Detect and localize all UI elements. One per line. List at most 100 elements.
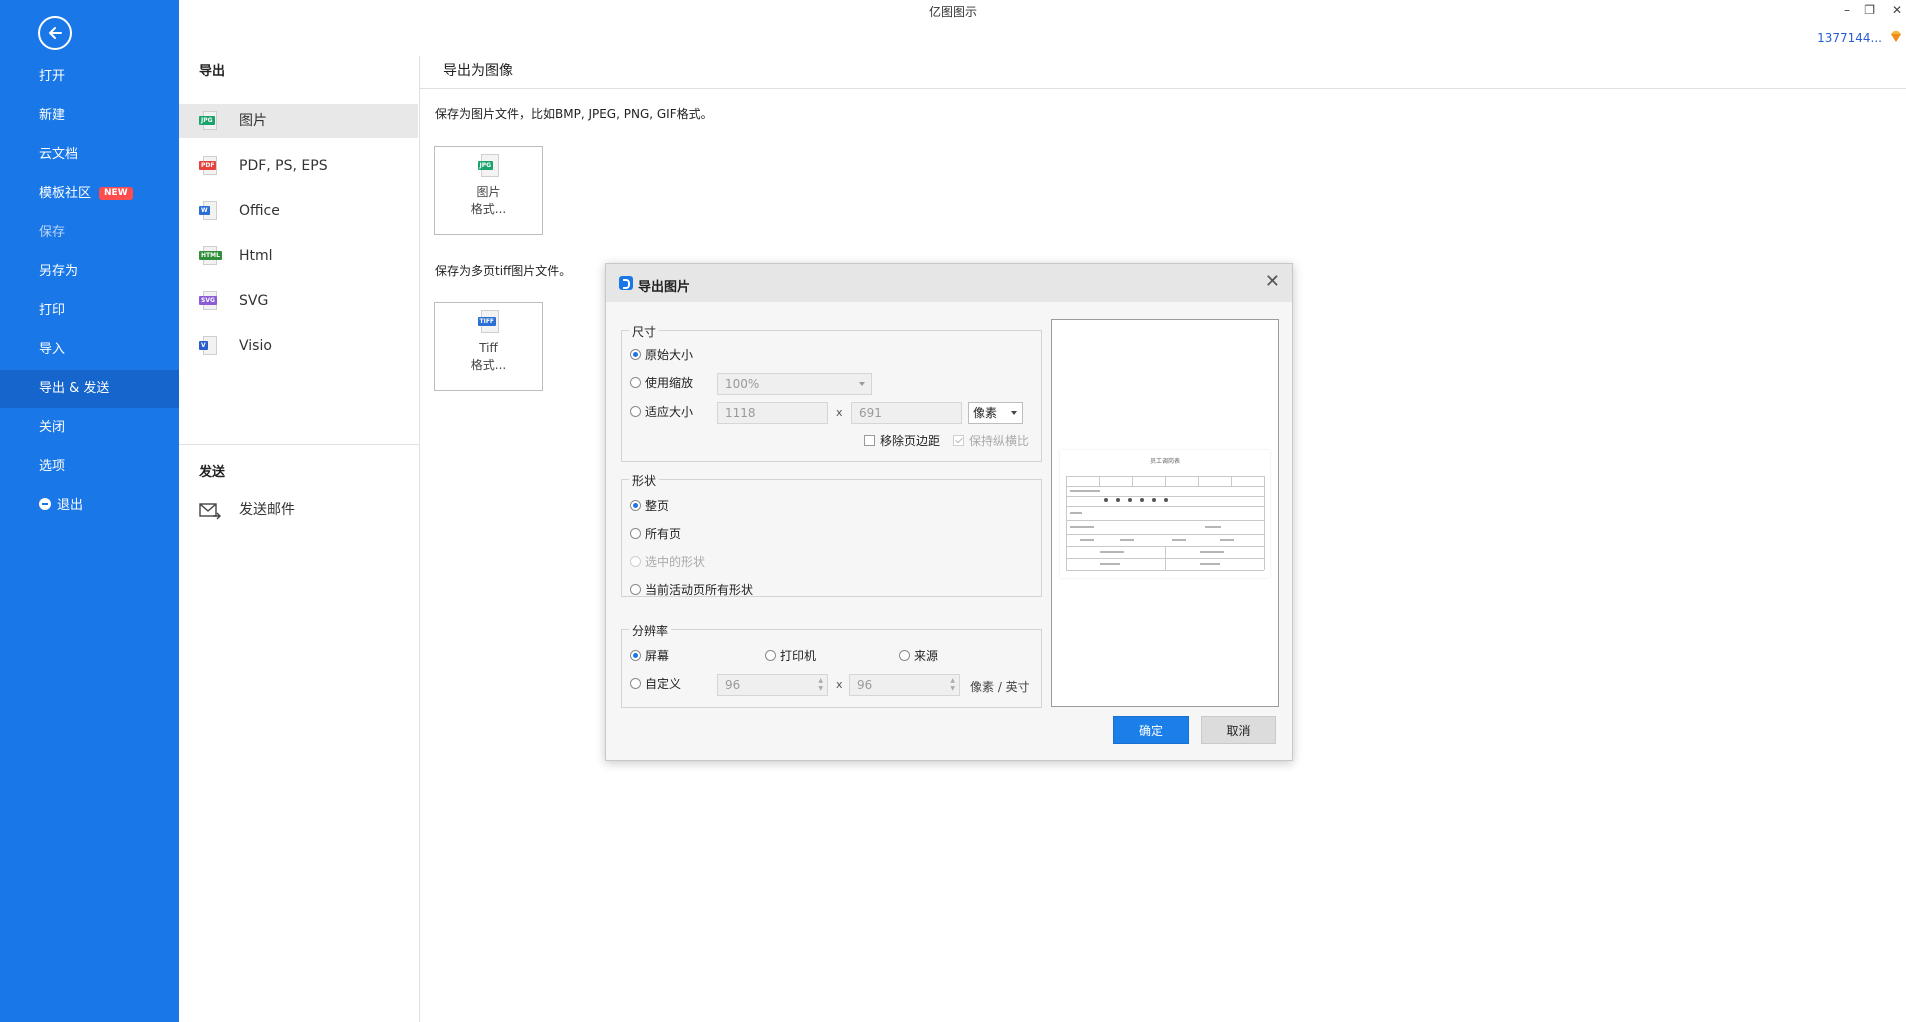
radio-original-size[interactable]: 原始大小 (630, 347, 693, 363)
sidebar-item-save-as[interactable]: 另存为 (0, 253, 179, 291)
svg-file-icon: SVG (199, 291, 219, 311)
size-group-title: 尺寸 (629, 323, 660, 340)
radio-unchecked-icon (630, 377, 641, 388)
cancel-button[interactable]: 取消 (1201, 716, 1276, 744)
arrow-left-icon (49, 27, 62, 39)
backstage-sidebar: 打开 新建 云文档 模板社区 NEW 保存 另存为 打印 导入 导出 & 发送 关… (0, 0, 179, 1022)
export-image-dialog: 导出图片 ✕ 尺寸 原始大小 使用缩放 100% 适应大小 1118 x 691… (605, 263, 1293, 761)
export-item-office[interactable]: W Office (179, 194, 418, 228)
vip-diamond-icon[interactable] (1889, 30, 1903, 44)
image-description: 保存为图片文件，比如BMP, JPEG, PNG, GIF格式。 (435, 107, 713, 121)
checkbox-checked-icon (953, 435, 964, 446)
resolution-group-title: 分辨率 (629, 622, 672, 639)
radio-unchecked-icon (765, 650, 776, 661)
dialog-close-button[interactable]: ✕ (1265, 272, 1280, 292)
ok-button[interactable]: 确定 (1113, 716, 1189, 744)
sidebar-item-templates[interactable]: 模板社区 NEW (0, 175, 179, 213)
back-button[interactable] (38, 16, 72, 50)
radio-custom[interactable]: 自定义 (630, 676, 681, 692)
new-badge: NEW (99, 187, 133, 200)
radio-active-page-shapes[interactable]: 当前活动页所有形状 (630, 582, 753, 598)
restore-button[interactable]: ❐ (1864, 3, 1875, 17)
radio-all-pages[interactable]: 所有页 (630, 526, 681, 542)
radio-disabled-icon (630, 556, 641, 567)
radio-screen[interactable]: 屏幕 (630, 648, 669, 664)
radio-selected-shapes[interactable]: 选中的形状 (630, 554, 705, 570)
radio-unchecked-icon (899, 650, 910, 661)
export-item-pdf[interactable]: PDF PDF, PS, EPS (179, 149, 418, 183)
user-account[interactable]: 1377144... (1817, 31, 1882, 45)
tiff-file-icon: TIFF (477, 310, 500, 334)
checkbox-unchecked-icon (864, 435, 875, 446)
tiff-format-button[interactable]: TIFF Tiff 格式... (434, 302, 543, 391)
jpg-file-icon: JPG (477, 154, 500, 178)
radio-use-zoom[interactable]: 使用缩放 (630, 375, 693, 391)
checkbox-keep-ratio[interactable]: 保持纵横比 (953, 433, 1029, 449)
spinner-arrows-icon: ▲ ▼ (818, 677, 823, 692)
preview-page-thumbnail: 员工调岗表 (1060, 450, 1270, 578)
close-window-button[interactable]: ✕ (1892, 3, 1902, 17)
width-input[interactable]: 1118 (717, 402, 828, 424)
jpg-file-icon: JPG (199, 111, 219, 131)
export-item-svg[interactable]: SVG SVG (179, 284, 418, 318)
dpi-unit-label: 像素 / 英寸 (970, 680, 1030, 694)
visio-file-icon: V (199, 336, 219, 356)
dpi-x-input[interactable]: 96 ▲ ▼ (717, 674, 828, 696)
checkbox-remove-margin[interactable]: 移除页边距 (864, 433, 940, 449)
sidebar-item-new[interactable]: 新建 (0, 97, 179, 135)
content-heading: 导出为图像 (443, 63, 513, 79)
spinner-arrows-icon: ▲ ▼ (950, 677, 955, 692)
radio-printer[interactable]: 打印机 (765, 648, 816, 664)
app-logo-icon (619, 276, 633, 290)
word-file-icon: W (199, 201, 219, 221)
export-format-list: JPG 图片 PDF PDF, PS, EPS W Office HTML Ht… (179, 56, 420, 1022)
radio-unchecked-icon (630, 678, 641, 689)
header-divider (419, 88, 1906, 89)
size-group: 尺寸 原始大小 使用缩放 100% 适应大小 1118 x 691 像素 移除页… (621, 323, 1042, 462)
radio-unchecked-icon (630, 406, 641, 417)
tiff-description: 保存为多页tiff图片文件。 (435, 264, 572, 278)
image-format-button[interactable]: JPG 图片 格式... (434, 146, 543, 235)
times-sign: x (836, 678, 843, 691)
sidebar-item-exit[interactable]: 退出 (0, 487, 179, 525)
radio-checked-icon (630, 650, 641, 661)
sidebar-item-close[interactable]: 关闭 (0, 409, 179, 447)
sidebar-item-import[interactable]: 导入 (0, 331, 179, 369)
dialog-titlebar: 导出图片 ✕ (606, 264, 1292, 302)
zoom-select[interactable]: 100% (717, 373, 872, 395)
sidebar-item-cloud[interactable]: 云文档 (0, 136, 179, 174)
window-title: 亿图图示 (928, 5, 977, 19)
export-item-visio[interactable]: V Visio (179, 329, 418, 363)
pdf-file-icon: PDF (199, 156, 219, 176)
dpi-y-input[interactable]: 96 ▲ ▼ (849, 674, 960, 696)
radio-unchecked-icon (630, 584, 641, 595)
sidebar-item-open[interactable]: 打开 (0, 58, 179, 96)
radio-fit-size[interactable]: 适应大小 (630, 404, 693, 420)
height-input[interactable]: 691 (851, 402, 962, 424)
section-divider (179, 444, 419, 445)
radio-checked-icon (630, 500, 641, 511)
sidebar-item-options[interactable]: 选项 (0, 448, 179, 486)
exit-icon (39, 498, 51, 510)
radio-whole-page[interactable]: 整页 (630, 498, 669, 514)
dialog-title: 导出图片 (638, 280, 691, 295)
sidebar-item-print[interactable]: 打印 (0, 292, 179, 330)
shape-group-title: 形状 (629, 472, 660, 489)
minimize-button[interactable]: – (1844, 3, 1850, 17)
sidebar-item-save[interactable]: 保存 (0, 214, 179, 252)
preview-page-title: 员工调岗表 (1149, 458, 1180, 465)
chevron-down-icon (859, 382, 865, 386)
html-file-icon: HTML (199, 246, 222, 266)
mail-send-icon (199, 500, 221, 520)
radio-source[interactable]: 来源 (899, 648, 938, 664)
send-item-email[interactable]: 发送邮件 (179, 493, 418, 527)
size-unit-select[interactable]: 像素 (968, 402, 1023, 424)
export-item-html[interactable]: HTML Html (179, 239, 418, 273)
radio-unchecked-icon (630, 528, 641, 539)
resolution-group: 分辨率 屏幕 打印机 来源 自定义 96 ▲ ▼ x 96 ▲ ▼ 像素 / 英寸 (621, 622, 1042, 708)
sidebar-item-export-send[interactable]: 导出 & 发送 (0, 370, 179, 408)
send-heading: 发送 (199, 465, 226, 480)
export-item-image[interactable]: JPG 图片 (179, 104, 418, 138)
export-preview: 员工调岗表 (1051, 319, 1279, 707)
radio-checked-icon (630, 349, 641, 360)
